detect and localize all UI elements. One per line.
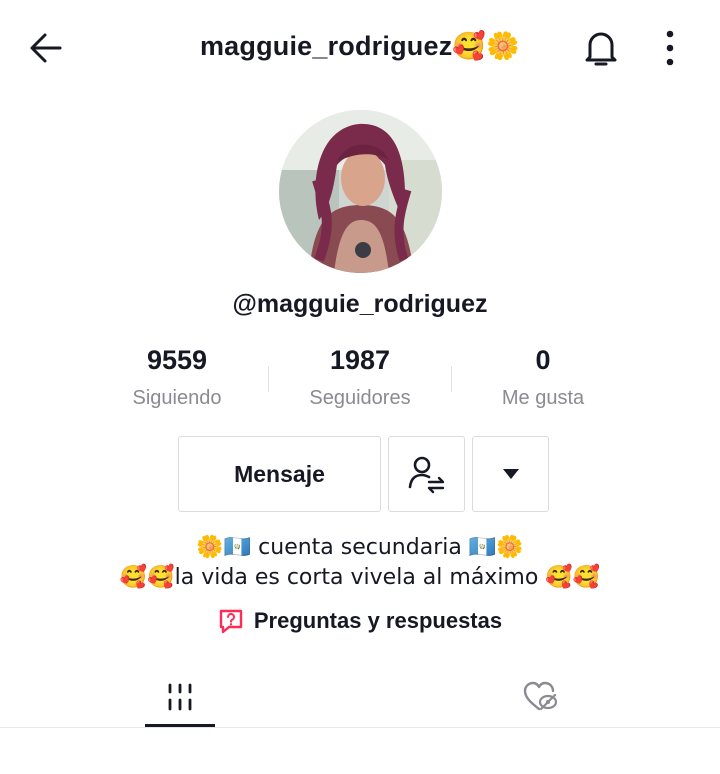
stat-following-label: Siguiendo [132, 387, 222, 409]
stat-likes[interactable]: 0 Me gusta [443, 344, 643, 410]
stat-followers-label: Seguidores [309, 387, 411, 409]
profile-handle: @magguie_rodriguez [232, 290, 488, 318]
follow-toggle-button[interactable] [388, 436, 465, 512]
top-bar: magguie_rodriguez🥰🌼 [0, 0, 720, 96]
vertical-dots-icon [666, 30, 674, 66]
caret-down-icon [502, 469, 519, 479]
tabs-divider [0, 727, 720, 728]
bell-icon [585, 32, 617, 66]
question-box-icon [219, 609, 243, 634]
tab-videos[interactable] [145, 668, 215, 726]
avatar[interactable] [279, 110, 442, 273]
user-swap-icon [408, 456, 444, 494]
grid-bars-icon [168, 683, 192, 711]
qa-link[interactable]: Preguntas y respuestas [0, 608, 720, 634]
stat-likes-value: 0 [535, 345, 551, 375]
stat-likes-label: Me gusta [501, 387, 585, 409]
qa-label: Preguntas y respuestas [253, 608, 503, 633]
more-options-button[interactable] [652, 27, 688, 69]
stat-followers-value: 1987 [329, 345, 391, 375]
suggestions-dropdown-button[interactable] [472, 436, 549, 512]
bio-line-1: 🌼🇬🇹 cuenta secundaria 🇬🇹🌼 [196, 535, 524, 560]
stat-following-value: 9559 [146, 345, 208, 375]
stat-following[interactable]: 9559 Siguiendo [77, 344, 277, 410]
bio-line-2: 🥰🥰la vida es corta vivela al máximo 🥰🥰 [119, 565, 601, 590]
notifications-button[interactable] [580, 27, 622, 69]
heart-hidden-icon [523, 681, 558, 711]
tab-liked[interactable] [505, 668, 575, 726]
message-button[interactable]: Mensaje [178, 436, 381, 512]
stat-followers[interactable]: 1987 Seguidores [260, 344, 460, 410]
